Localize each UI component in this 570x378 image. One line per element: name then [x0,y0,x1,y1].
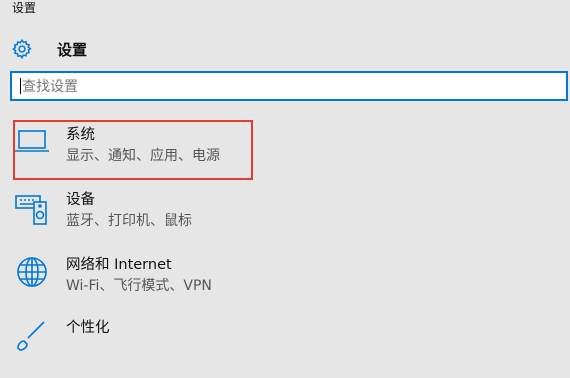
category-network-label: 网络和 Internet [66,257,172,273]
category-network[interactable]: 网络和 Internet Wi-Fi、飞行模式、VPN [14,255,212,315]
search-input[interactable]: 查找设置 [10,71,568,101]
settings-header: 设置 [10,36,87,62]
globe-icon [14,255,50,291]
gear-icon [10,37,34,61]
category-network-description: Wi-Fi、飞行模式、VPN [66,278,212,294]
category-system[interactable]: 系统 显示、通知、应用、电源 [14,125,220,185]
category-system-label: 系统 [66,127,95,143]
devices-icon [14,190,50,226]
category-devices-description: 蓝牙、打印机、鼠标 [66,213,192,229]
search-placeholder: 查找设置 [22,79,78,95]
brush-icon [14,318,50,354]
window-title: 设置 [12,1,37,15]
category-personalization-label: 个性化 [66,320,110,336]
laptop-icon [14,125,50,161]
text-caret [20,78,21,94]
category-personalization[interactable]: 个性化 [14,318,110,378]
category-system-description: 显示、通知、应用、电源 [66,148,220,164]
category-devices-label: 设备 [66,192,95,208]
category-devices[interactable]: 设备 蓝牙、打印机、鼠标 [14,190,192,250]
page-title: 设置 [57,40,88,59]
